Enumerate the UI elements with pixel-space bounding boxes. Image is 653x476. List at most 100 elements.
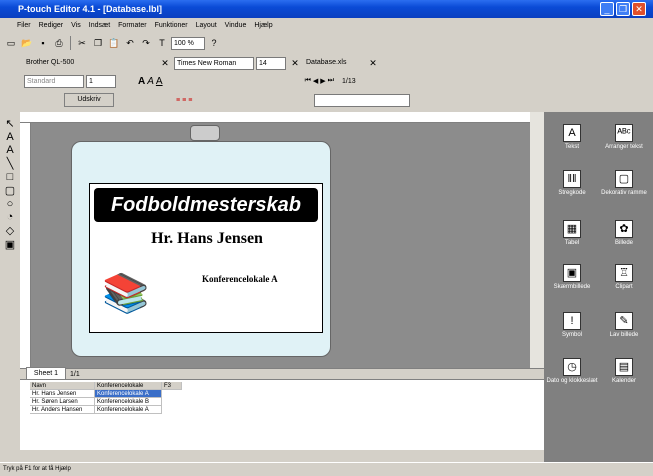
close-format-icon[interactable]: ✕	[288, 56, 302, 70]
horizontal-ruler	[20, 112, 530, 123]
new-icon[interactable]: ▭	[4, 36, 18, 50]
panel-item-skaermbillede[interactable]: ▣ Skærmbillede	[546, 264, 598, 291]
copies-input[interactable]: 1	[86, 74, 116, 88]
barcode-icon: ‖‖	[563, 170, 581, 188]
symbol-icon: !	[563, 312, 581, 330]
record-nav-last-icon[interactable]: ⏭	[328, 77, 334, 85]
menu-funktioner[interactable]: Funktioner	[154, 22, 189, 29]
copy-icon[interactable]: ❐	[91, 36, 105, 50]
print-button[interactable]: Udskriv	[64, 93, 114, 107]
image-icon: ✿	[615, 220, 633, 238]
mode-select[interactable]: Standard	[24, 74, 84, 88]
vertical-text-tool-icon[interactable]: A	[6, 144, 13, 156]
close-panel-icon[interactable]: ✕	[158, 56, 172, 70]
panel-item-dato[interactable]: ◷ Dato og klokkeslæt	[546, 358, 598, 385]
panel-item-stregkode[interactable]: ‖‖ Stregkode	[546, 170, 598, 197]
property-toolbar-2: Standard 1 A A A ⏮ ◀ ▶ ⏭ 1/13	[0, 72, 653, 90]
grid-cell[interactable]: Hr. Anders Hansen	[30, 406, 95, 414]
zoom-select[interactable]: 100 %	[171, 36, 205, 50]
database-field-select[interactable]	[314, 93, 411, 107]
rectangle-tool-icon[interactable]: □	[7, 171, 14, 183]
clock-icon: ◷	[563, 358, 581, 376]
panel-item-kalender[interactable]: ▤ Kalender	[598, 358, 650, 385]
font-size-select[interactable]: 14	[256, 56, 286, 70]
calendar-icon: ▤	[615, 358, 633, 376]
panel-item-tabel[interactable]: ▦ Tabel	[546, 220, 598, 247]
menu-hjaelp[interactable]: Hjælp	[253, 22, 273, 29]
minimize-button[interactable]: _	[600, 2, 614, 16]
rounded-rect-tool-icon[interactable]: ▢	[5, 184, 15, 197]
polygon-tool-icon[interactable]: ◇	[6, 224, 14, 237]
line-tool-icon[interactable]: ╲	[7, 157, 14, 170]
paste-icon[interactable]: 📋	[107, 36, 121, 50]
page-indicator: 1/1	[70, 370, 80, 378]
table-icon: ▦	[563, 220, 581, 238]
panel-item-tekst[interactable]: A Tekst	[546, 124, 598, 151]
vertical-ruler	[20, 123, 31, 373]
grid-header-f3[interactable]: F3	[162, 382, 182, 390]
arrange-text-icon: ᴬᴮᶜ	[615, 124, 633, 142]
clipart-icon: ♖	[615, 264, 633, 282]
record-nav-next-icon[interactable]: ▶	[320, 77, 325, 85]
menu-filer[interactable]: Filer	[16, 22, 32, 29]
save-icon[interactable]: ▪	[36, 36, 50, 50]
grid-header-navn[interactable]: Navn	[30, 382, 95, 390]
frame-tool-icon[interactable]: ▣	[5, 238, 15, 251]
standard-toolbar: ▭ 📂 ▪ ⎙ ✂ ❐ 📋 ↶ ↷ T 100 % ?	[0, 34, 653, 52]
database-file-label: Database.xls	[304, 56, 364, 70]
menu-formater[interactable]: Formater	[117, 22, 147, 29]
window-title: P-touch Editor 4.1 - [Database.lbl]	[18, 4, 163, 14]
screenshot-icon: ▣	[563, 264, 581, 282]
grid-cell[interactable]: Konferencelokale B	[95, 398, 162, 406]
align-left-icon[interactable]: ≡	[176, 97, 180, 104]
canvas-vertical-scrollbar[interactable]	[530, 112, 544, 378]
panel-item-billede[interactable]: ✿ Billede	[598, 220, 650, 247]
label-header[interactable]: Fodboldmesterskab	[94, 188, 318, 222]
close-button[interactable]: ✕	[632, 2, 646, 16]
grid-cell[interactable]: Konferencelokale A	[95, 406, 162, 414]
ellipse-tool-icon[interactable]: ○	[7, 198, 14, 210]
label-canvas: Fodboldmesterskab Hr. Hans Jensen Konfer…	[31, 123, 530, 368]
menu-layout[interactable]: Layout	[195, 22, 218, 29]
menu-vindue[interactable]: Vindue	[224, 22, 248, 29]
align-right-icon[interactable]: ≡	[188, 97, 192, 104]
panel-item-dekorativ-ramme[interactable]: ▢ Dekorativ ramme	[598, 170, 650, 197]
text-icon[interactable]: T	[155, 36, 169, 50]
sheet-tab-bar: Sheet 1 1/1	[20, 367, 544, 381]
select-tool-icon[interactable]: ↖	[5, 117, 14, 130]
label-name[interactable]: Hr. Hans Jensen	[90, 230, 324, 248]
menu-vis[interactable]: Vis	[70, 22, 82, 29]
grid-cell[interactable]: Hr. Hans Jensen	[30, 390, 95, 398]
badge-clip	[190, 125, 220, 141]
record-nav-prev-icon[interactable]: ◀	[313, 77, 318, 85]
print-icon[interactable]: ⎙	[52, 36, 66, 50]
redo-icon[interactable]: ↷	[139, 36, 153, 50]
italic-icon[interactable]: A	[147, 76, 154, 87]
panel-item-lav-billede[interactable]: ✎ Lav billede	[598, 312, 650, 339]
grid-cell-selected[interactable]: Konferencelokale A	[95, 390, 162, 398]
bold-icon[interactable]: A	[138, 76, 145, 87]
help-icon[interactable]: ?	[207, 36, 221, 50]
open-icon[interactable]: 📂	[20, 36, 34, 50]
font-select[interactable]: Times New Roman	[174, 56, 254, 70]
menu-indsaet[interactable]: Indsæt	[88, 22, 111, 29]
panel-item-symbol[interactable]: ! Symbol	[546, 312, 598, 339]
cut-icon[interactable]: ✂	[75, 36, 89, 50]
undo-icon[interactable]: ↶	[123, 36, 137, 50]
label-area[interactable]: Fodboldmesterskab Hr. Hans Jensen Konfer…	[89, 183, 323, 333]
grid-header-konferencelokale[interactable]: Konferencelokale	[95, 382, 162, 390]
label-location[interactable]: Konferencelokale A	[202, 274, 320, 284]
panel-item-arranger-tekst[interactable]: ᴬᴮᶜ Arranger tekst	[598, 124, 650, 151]
arc-tool-icon[interactable]: ◔	[7, 211, 14, 223]
books-clipart-icon[interactable]: 📚	[102, 268, 166, 320]
maximize-button[interactable]: ❐	[616, 2, 630, 16]
text-tool-icon[interactable]: A	[6, 131, 13, 143]
grid-cell[interactable]: Hr. Søren Larsen	[30, 398, 95, 406]
panel-item-clipart[interactable]: ♖ Clipart	[598, 264, 650, 291]
close-database-icon[interactable]: ✕	[366, 56, 380, 70]
record-nav-first-icon[interactable]: ⏮	[305, 77, 311, 85]
menu-rediger[interactable]: Rediger	[38, 22, 65, 29]
align-center-icon[interactable]: ≡	[182, 97, 186, 104]
printer-label: Brother QL-500	[24, 56, 104, 70]
underline-icon[interactable]: A	[156, 76, 163, 87]
